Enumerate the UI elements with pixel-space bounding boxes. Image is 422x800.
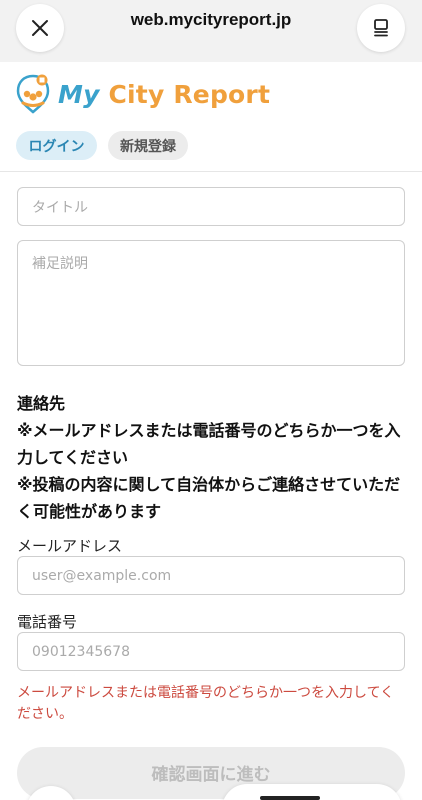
phone-label: 電話番号 (17, 613, 78, 631)
url-display[interactable]: web.mycityreport.jp (60, 10, 362, 30)
login-button[interactable]: ログイン (16, 131, 97, 160)
tabs-icon (374, 19, 388, 37)
title-input[interactable]: タイトル (17, 187, 405, 226)
description-textarea[interactable]: 補足説明 (17, 240, 405, 366)
site-logo[interactable]: My City Report (16, 74, 270, 114)
close-icon (32, 20, 48, 36)
validation-error-message: メールアドレスまたは電話番号のどちらか一つを入力してください。 (17, 685, 395, 722)
tabs-button[interactable] (357, 4, 405, 52)
contact-note-required: ※メールアドレスまたは電話番号のどちらか一つを入力してください (17, 421, 401, 467)
phone-field[interactable]: 09012345678 (17, 632, 405, 671)
register-button[interactable]: 新規登録 (108, 131, 188, 160)
toolbar-handle-icon (260, 796, 320, 800)
close-button[interactable] (16, 4, 64, 52)
logo-text-city-report: City Report (108, 79, 271, 109)
contact-heading: 連絡先 (17, 394, 66, 413)
email-field[interactable]: user@example.com (17, 556, 405, 595)
logo-icon (16, 74, 50, 114)
logo-text-my: My (58, 79, 100, 109)
contact-note-notice: ※投稿の内容に関して自治体からご連絡させていただく可能性があります (17, 475, 401, 521)
contact-instructions: 連絡先 ※メールアドレスまたは電話番号のどちらか一つを入力してください ※投稿の… (17, 390, 409, 525)
email-label: メールアドレス (17, 537, 123, 555)
bottom-toolbar[interactable] (222, 784, 402, 800)
site-header: My City Report ログイン 新規登録 (0, 62, 422, 172)
browser-top-bar: web.mycityreport.jp (0, 0, 422, 62)
